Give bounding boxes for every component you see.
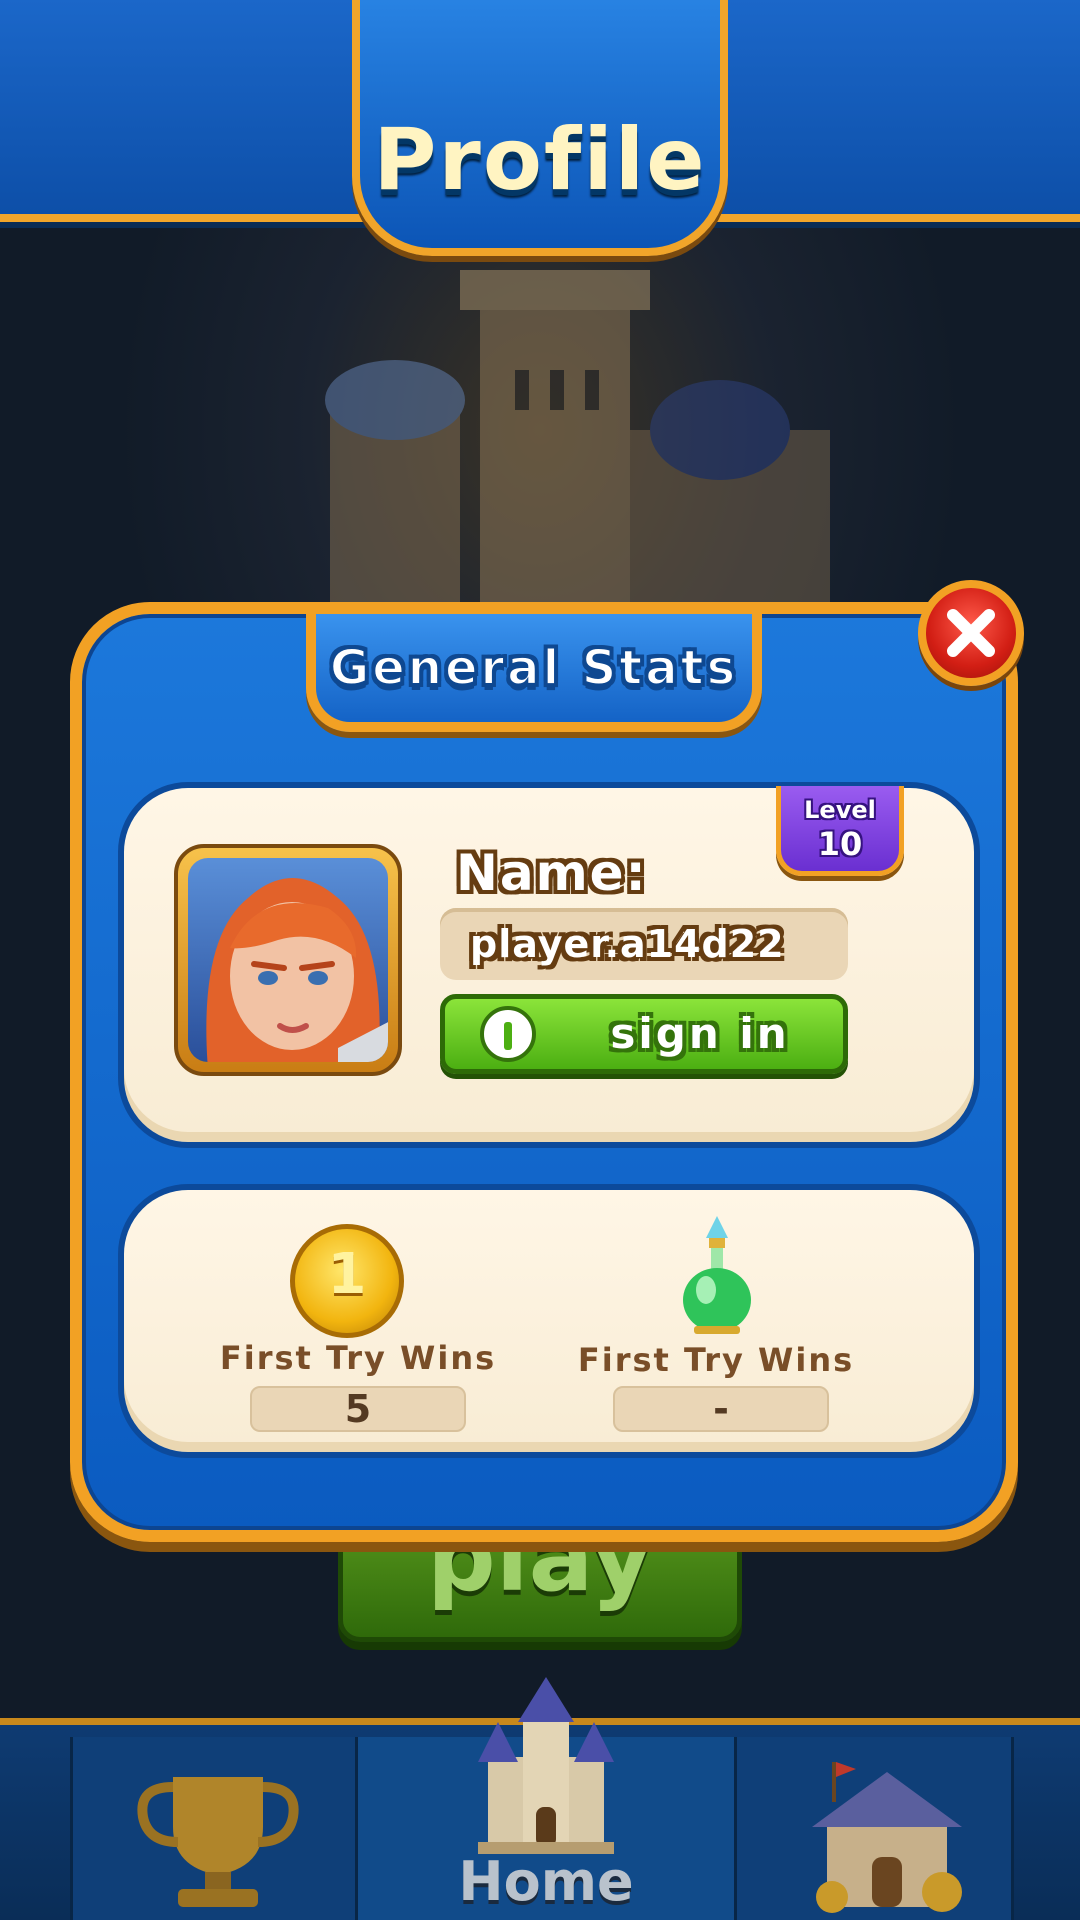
nav-tab-shop[interactable] — [734, 1737, 1014, 1920]
stat-value: 5 — [344, 1387, 372, 1431]
avatar — [188, 858, 388, 1062]
avatar-frame[interactable] — [174, 844, 402, 1076]
close-icon — [947, 609, 995, 657]
google-sign-in-icon — [480, 1006, 536, 1062]
stat-value: - — [713, 1387, 729, 1431]
panel-title: General Stats — [329, 639, 739, 697]
castle-icon — [478, 1677, 614, 1854]
shop-house-icon — [812, 1762, 962, 1913]
stat-title: First Try Wins — [219, 1339, 497, 1377]
coin-number: 1 — [327, 1242, 367, 1307]
trophy-icon — [137, 1777, 299, 1907]
page-title: Profile — [373, 110, 707, 210]
level-label: Level — [804, 796, 876, 824]
stats-card — [118, 1184, 980, 1458]
stat-title: First Try Wins — [577, 1341, 855, 1379]
nav-home-label: Home — [458, 1850, 634, 1913]
sign-in-label: sign in — [610, 1009, 790, 1058]
player-name-value: player.a14d22 — [470, 922, 785, 966]
close-button[interactable] — [918, 580, 1024, 686]
nav-tab-trophy[interactable] — [70, 1737, 358, 1920]
hero-portrait-avatar — [206, 878, 388, 1062]
green-potion-icon — [683, 1216, 751, 1334]
level-value: 10 — [817, 825, 863, 863]
name-label: Name: — [456, 844, 648, 902]
castle-background-icon — [325, 270, 830, 630]
